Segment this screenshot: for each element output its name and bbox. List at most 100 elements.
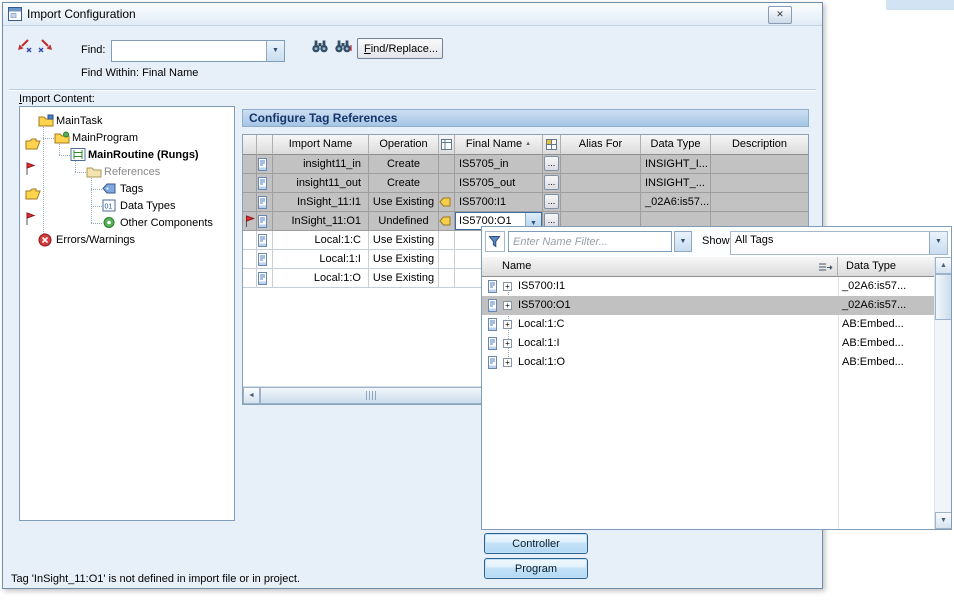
column-options-icon xyxy=(818,262,833,273)
row-marker-cell xyxy=(243,174,257,193)
operation-cell[interactable]: Undefined xyxy=(369,212,439,231)
operation-cell[interactable]: Create xyxy=(369,174,439,193)
tag-name: IS5700:O1 xyxy=(518,298,571,313)
find-all-button[interactable] xyxy=(334,39,354,57)
import-name-cell[interactable]: insight11_out xyxy=(273,174,369,193)
row-marker-cell xyxy=(243,155,257,174)
data-type-cell[interactable]: _02A6:is57... xyxy=(641,193,711,212)
col-header-description[interactable]: Description xyxy=(711,135,808,155)
grid-row[interactable]: InSight_11:I1 Use Existing IS5700:I1 ...… xyxy=(243,193,808,212)
tree-item-errors-warnings[interactable]: Errors/Warnings xyxy=(20,232,234,249)
expand-icon[interactable]: + xyxy=(503,282,512,291)
usage-icon-cell xyxy=(439,269,455,288)
scroll-left-button[interactable]: ◄ xyxy=(243,387,260,404)
grid-row[interactable]: insight11_out Create IS5705_out ... INSI… xyxy=(243,174,808,193)
alias-for-cell[interactable] xyxy=(561,193,641,212)
data-type-column-header[interactable]: Data Type xyxy=(838,257,934,277)
tag-list-row[interactable]: + Local:1:I AB:Embed... xyxy=(482,334,934,353)
expand-icon[interactable]: + xyxy=(503,358,512,367)
tag-name: Local:1:O xyxy=(518,355,565,370)
browse-button[interactable]: ... xyxy=(544,194,559,209)
description-cell[interactable] xyxy=(711,193,808,212)
col-header-final-name[interactable]: Final Name▲ xyxy=(455,135,543,155)
tree-item-data-types[interactable]: 01 Data Types xyxy=(20,198,234,215)
tree-item-maintask[interactable]: MainTask xyxy=(20,113,234,130)
browse-button[interactable]: ... xyxy=(544,175,559,190)
tag-card-icon xyxy=(257,196,268,209)
import-name-cell[interactable]: InSight_11:I1 xyxy=(273,193,369,212)
background-window-strip xyxy=(886,0,954,10)
name-column-header[interactable]: Name xyxy=(482,257,838,277)
find-combobox[interactable]: ▼ xyxy=(111,40,285,62)
data-type-cell[interactable]: INSIGHT_I... xyxy=(641,155,711,174)
red-flag-icon xyxy=(244,215,255,228)
operation-cell[interactable]: Use Existing xyxy=(369,193,439,212)
vertical-scrollbar-thumb[interactable] xyxy=(935,274,952,320)
col-header-operation[interactable]: Operation xyxy=(369,135,439,155)
name-filter-input[interactable] xyxy=(508,231,672,252)
tree-item-mainroutine[interactable]: MainRoutine (Rungs) xyxy=(20,147,234,164)
horizontal-scrollbar-thumb[interactable] xyxy=(260,387,482,404)
tag-name: IS5700:I1 xyxy=(518,279,565,294)
description-cell[interactable] xyxy=(711,155,808,174)
tree-label: Tags xyxy=(120,182,143,197)
screen: Import Configuration ✕ Find: ▼ Find/Repl… xyxy=(0,0,954,601)
tree-item-tags[interactable]: Tags xyxy=(20,181,234,198)
tag-list-row-selected[interactable]: + IS5700:O1 _02A6:is57... xyxy=(482,296,934,315)
show-combobox[interactable]: All Tags ▼ xyxy=(730,231,948,255)
import-name-cell[interactable]: Local:1:C xyxy=(273,231,369,250)
final-name-cell[interactable]: IS5700:I1 xyxy=(455,193,543,212)
expand-icon[interactable]: + xyxy=(503,301,512,310)
col-header-browse xyxy=(543,135,561,155)
final-name-cell[interactable]: IS5705_in xyxy=(455,155,543,174)
tree-item-mainprogram[interactable]: MainProgram xyxy=(20,130,234,147)
alias-for-cell[interactable] xyxy=(561,155,641,174)
tag-list-row[interactable]: + Local:1:C AB:Embed... xyxy=(482,315,934,334)
browse-button[interactable]: ... xyxy=(544,156,559,171)
grid-row[interactable]: insight11_in Create IS5705_in ... INSIGH… xyxy=(243,155,808,174)
find-next-button[interactable] xyxy=(311,39,331,57)
tree-item-references[interactable]: References xyxy=(20,164,234,181)
col-header-data-type[interactable]: Data Type xyxy=(641,135,711,155)
scroll-down-button[interactable]: ▼ xyxy=(935,512,952,529)
filter-dropdown-arrow[interactable]: ▼ xyxy=(674,231,692,252)
dialog-titlebar[interactable]: Import Configuration ✕ xyxy=(3,3,822,26)
find-combobox-arrow[interactable]: ▼ xyxy=(266,41,284,61)
filter-funnel-button[interactable] xyxy=(485,231,505,252)
tag-list-row[interactable]: + IS5700:I1 _02A6:is57... xyxy=(482,277,934,296)
description-cell[interactable] xyxy=(711,174,808,193)
operation-cell[interactable]: Use Existing xyxy=(369,231,439,250)
program-scope-button[interactable]: Program xyxy=(484,558,588,579)
funnel-icon xyxy=(488,234,502,248)
tag-list-row[interactable]: + Local:1:O AB:Embed... xyxy=(482,353,934,372)
show-label: Show: xyxy=(702,235,733,247)
close-button[interactable]: ✕ xyxy=(768,6,792,24)
operation-cell[interactable]: Use Existing xyxy=(369,250,439,269)
col-header-import-name[interactable]: Import Name xyxy=(273,135,369,155)
tree-label: Data Types xyxy=(120,199,175,214)
import-name-cell[interactable]: Local:1:O xyxy=(273,269,369,288)
tree-item-other-components[interactable]: Other Components xyxy=(20,215,234,232)
final-name-cell[interactable]: IS5705_out xyxy=(455,174,543,193)
tag-card-icon xyxy=(487,280,498,293)
red-arrow-x-next-button[interactable] xyxy=(37,37,57,55)
operation-cell[interactable]: Use Existing xyxy=(369,269,439,288)
import-name-cell[interactable]: insight11_in xyxy=(273,155,369,174)
row-marker-cell xyxy=(243,212,257,231)
tag-data-type: AB:Embed... xyxy=(842,336,904,351)
expand-icon[interactable]: + xyxy=(503,339,512,348)
find-within-label: Find Within: Final Name xyxy=(81,67,198,79)
controller-scope-button[interactable]: Controller xyxy=(484,533,588,554)
red-arrow-x-prev-button[interactable] xyxy=(15,37,35,55)
import-name-cell[interactable]: InSight_11:O1 xyxy=(273,212,369,231)
col-header-alias-for[interactable]: Alias For xyxy=(561,135,641,155)
popup-vertical-scrollbar[interactable]: ▲ ▼ xyxy=(934,257,952,529)
import-name-cell[interactable]: Local:1:I xyxy=(273,250,369,269)
data-type-cell[interactable]: INSIGHT_... xyxy=(641,174,711,193)
expand-icon[interactable]: + xyxy=(503,320,512,329)
find-replace-button[interactable]: Find/Replace... xyxy=(357,38,443,59)
operation-cell[interactable]: Create xyxy=(369,155,439,174)
alias-for-cell[interactable] xyxy=(561,174,641,193)
scroll-up-button[interactable]: ▲ xyxy=(935,257,952,274)
show-combobox-arrow[interactable]: ▼ xyxy=(929,232,947,254)
